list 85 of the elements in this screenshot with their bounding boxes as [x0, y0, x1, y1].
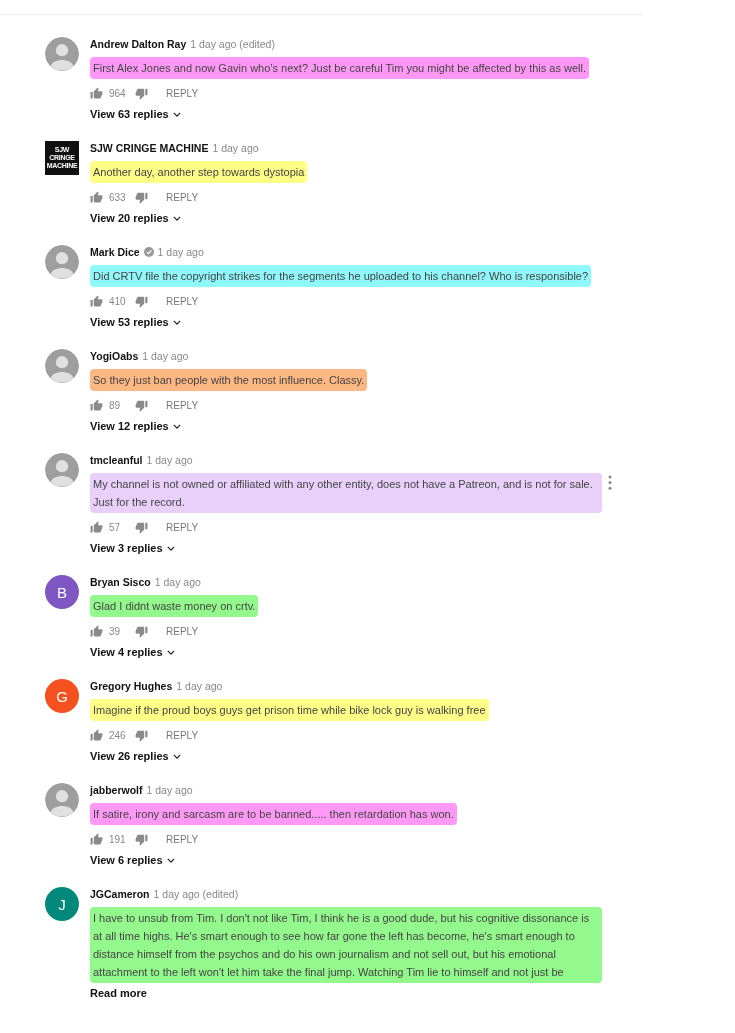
reply-button[interactable]: REPLY [148, 295, 199, 307]
reply-button[interactable]: REPLY [148, 191, 199, 203]
like-count: 191 [109, 833, 127, 845]
comment-text: Glad I didnt waste money on crtv. [90, 595, 259, 617]
author-name[interactable]: Bryan Sisco [90, 576, 151, 588]
like-count: 410 [109, 295, 127, 307]
thumbs-down-icon[interactable] [135, 728, 148, 742]
view-replies-button[interactable]: View 63 replies [90, 108, 181, 120]
view-replies-button[interactable]: View 6 replies [90, 854, 175, 866]
thumbs-down-icon[interactable] [135, 190, 148, 204]
chevron-down-icon [172, 319, 181, 325]
avatar-silhouette-icon[interactable] [45, 37, 79, 71]
thumbs-down-icon[interactable] [135, 520, 148, 534]
view-replies-button[interactable]: View 26 replies [90, 750, 181, 762]
view-replies-button[interactable]: View 53 replies [90, 316, 181, 328]
comment-time: 1 day ago [146, 454, 193, 466]
more-menu-icon[interactable] [608, 475, 612, 490]
letter-avatar[interactable]: J [45, 887, 79, 921]
comment-text: If satire, irony and sarcasm are to be banned..... then retardation has won. [90, 803, 457, 825]
chevron-down-icon [172, 111, 181, 117]
verified-check-icon [143, 247, 154, 257]
comment-text: I have to unsub from Tim. I don't not like Tim, I think he is a good dude, but his cognitive dissonance is at all time highs. He's smart enough to see how far gone the left has become, he's smart enough to distance himself from the psychos and do his own journalism and not sell out, but his emotional attachment to the left won't let him take the final jump. Watching Tim lie to himself and not just be [90, 907, 602, 983]
reply-button[interactable]: REPLY [148, 625, 199, 637]
read-more-link[interactable]: Read more [90, 987, 147, 999]
thumbs-down-icon[interactable] [135, 832, 148, 846]
author-name[interactable]: jabberwolf [90, 784, 143, 796]
letter-avatar[interactable]: B [45, 575, 79, 609]
reply-button[interactable]: REPLY [148, 833, 199, 845]
thumbs-down-icon[interactable] [135, 294, 148, 308]
comment-text: First Alex Jones and now Gavin who’s next? Just be careful Tim you might be affected by this as well. [90, 57, 589, 79]
thumbs-up-icon[interactable] [90, 728, 103, 742]
avatar-silhouette-icon[interactable] [45, 245, 79, 279]
thumbs-up-icon[interactable] [90, 624, 103, 638]
like-count: 633 [109, 191, 127, 203]
chevron-down-icon [172, 215, 181, 221]
comment-time: 1 day ago [176, 680, 223, 692]
author-name[interactable]: tmcleanful [90, 454, 143, 466]
comment-time: 1 day ago [212, 142, 259, 154]
thumbs-down-icon[interactable] [135, 398, 148, 412]
author-name[interactable]: SJW CRINGE MACHINE [90, 142, 209, 154]
comment-text: Did CRTV file the copyright strikes for the segments he uploaded to his channel? Who is responsible? [90, 265, 592, 287]
view-replies-button[interactable]: View 3 replies [90, 542, 175, 554]
comment-time: 1 day ago [142, 350, 189, 362]
thumbs-up-icon[interactable] [90, 832, 103, 846]
thumbs-up-icon[interactable] [90, 294, 103, 308]
comment-text: Imagine if the proud boys guys get prison time while bike lock guy is walking free [90, 699, 489, 721]
thumbs-down-icon[interactable] [135, 86, 148, 100]
comment-time: 1 day ago [157, 246, 204, 258]
chevron-down-icon [166, 545, 175, 551]
like-count: 246 [109, 729, 127, 741]
avatar-silhouette-icon[interactable] [45, 783, 79, 817]
view-replies-button[interactable]: View 4 replies [90, 646, 175, 658]
comment-time: 1 day ago (edited) [190, 38, 275, 50]
thumbs-up-icon[interactable] [90, 520, 103, 534]
author-name[interactable]: Mark Dice [90, 246, 140, 258]
author-name[interactable]: Andrew Dalton Ray [90, 38, 187, 50]
chevron-down-icon [166, 857, 175, 863]
comment-time: 1 day ago [154, 576, 201, 588]
like-count: 89 [109, 399, 122, 411]
view-replies-button[interactable]: View 20 replies [90, 212, 181, 224]
avatar-silhouette-icon[interactable] [45, 453, 79, 487]
comment-time: 1 day ago (edited) [153, 888, 239, 900]
like-count: 964 [109, 87, 127, 99]
thumbs-up-icon[interactable] [90, 398, 103, 412]
thumbs-up-icon[interactable] [90, 190, 103, 204]
view-replies-button[interactable]: View 12 replies [90, 420, 181, 432]
chevron-down-icon [172, 423, 181, 429]
chevron-down-icon [166, 649, 175, 655]
like-count: 57 [109, 521, 122, 533]
thumbs-down-icon[interactable] [135, 624, 148, 638]
author-name[interactable]: Gregory Hughes [90, 680, 173, 692]
like-count: 39 [109, 625, 122, 637]
author-name[interactable]: YogiOabs [90, 350, 139, 362]
comment-time: 1 day ago [146, 784, 193, 796]
thumbs-up-icon[interactable] [90, 86, 103, 100]
reply-button[interactable]: REPLY [148, 399, 199, 411]
avatar-silhouette-icon[interactable] [45, 349, 79, 383]
author-name[interactable]: JGCameron [90, 888, 150, 900]
comment-text: My channel is not owned or affiliated with any other entity, does not have a Patreon, and is not for sale. Just for the record. [90, 473, 602, 513]
reply-button[interactable]: REPLY [148, 729, 199, 741]
reply-button[interactable]: REPLY [148, 87, 199, 99]
comment-text: Another day, another step towards dystopia [90, 161, 308, 183]
chevron-down-icon [172, 753, 181, 759]
comment-text: So they just ban people with the most influence. Classy. [90, 369, 368, 391]
reply-button[interactable]: REPLY [148, 521, 199, 533]
